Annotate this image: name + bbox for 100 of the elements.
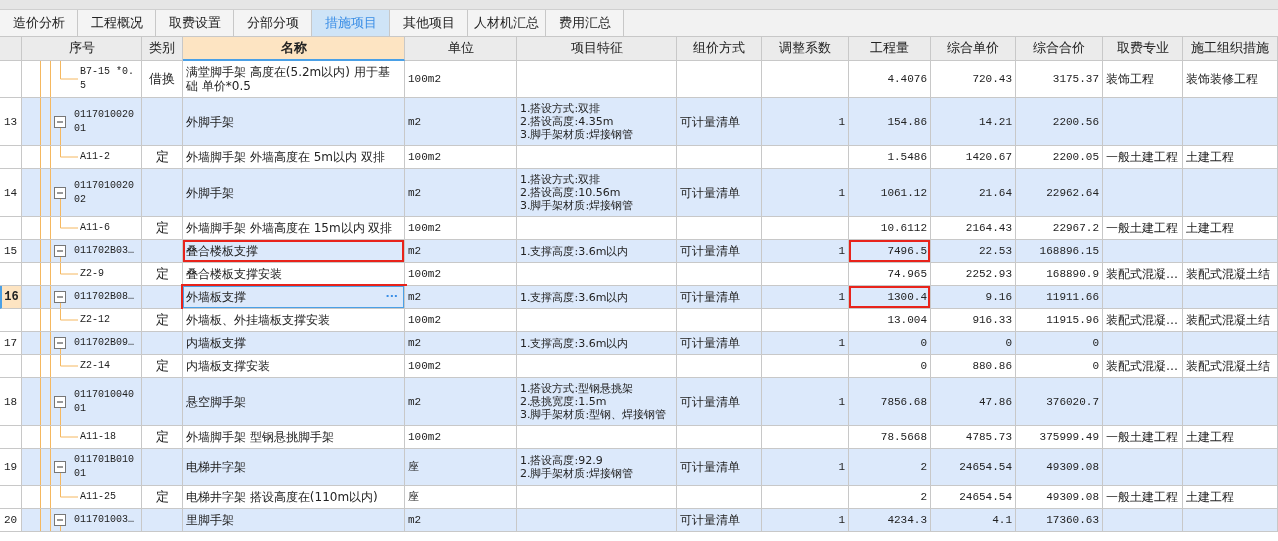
factor-cell: 1 (762, 449, 849, 486)
unit-price-cell: 2164.43 (931, 217, 1016, 240)
item-name: 内墙板支撑安装 (186, 359, 271, 373)
item-name: 电梯井字架 (186, 460, 247, 474)
factor-cell: 1 (762, 332, 849, 355)
item-name: 外脚手架 (186, 185, 235, 200)
type-cell: 定 (142, 309, 183, 332)
row-number[interactable]: 20 (0, 509, 22, 532)
type-cell: 定 (142, 217, 183, 240)
collapse-icon[interactable] (54, 291, 66, 303)
quantity-cell: 78.5668 (849, 426, 931, 449)
method-cell: 可计量清单 (677, 240, 762, 263)
unit-price-cell: 880.86 (931, 355, 1016, 378)
fee-major-cell: 装配式混凝… (1103, 309, 1183, 332)
type-cell: 定 (142, 146, 183, 169)
method-cell: 可计量清单 (677, 332, 762, 355)
row-number[interactable]: 13 (0, 98, 22, 146)
factor-cell: 1 (762, 378, 849, 426)
total-cell: 2200.56 (1016, 98, 1103, 146)
quantity-cell: 7856.68 (849, 378, 931, 426)
feature-line: 3.脚手架材质:型钢、焊接钢管 (520, 408, 667, 421)
item-name: 外墙板、外挂墙板支撑安装 (186, 313, 331, 327)
item-code: Z2-9 (80, 267, 105, 281)
collapse-icon[interactable] (54, 395, 66, 408)
total-cell: 0 (1016, 355, 1103, 378)
item-code: 011702B09… (74, 336, 135, 350)
total-cell: 376020.7 (1016, 378, 1103, 426)
feature-line: 3.脚手架材质:焊接钢管 (520, 128, 634, 141)
type-cell: 定 (142, 486, 183, 509)
method-cell: 可计量清单 (677, 509, 762, 532)
item-name: 外墙脚手架 外墙高度在 15m以内 双排 (186, 221, 394, 235)
unit-cell: 100m2 (405, 61, 517, 98)
unit-price-cell: 916.33 (931, 309, 1016, 332)
org-type-cell: 土建工程 (1183, 486, 1278, 509)
item-name: 电梯井字架 搭设高度在(110m以内) (186, 490, 379, 504)
row-number[interactable]: 15 (0, 240, 22, 263)
unit-cell: m2 (405, 169, 517, 217)
item-code: 011701003… (74, 513, 135, 527)
org-type-cell: 装配式混凝土结 (1183, 355, 1278, 378)
quantity-cell: 0 (849, 355, 931, 378)
unit-price-cell: 1420.67 (931, 146, 1016, 169)
feature-line: 2.悬挑宽度:1.5m (520, 395, 607, 408)
row-number[interactable]: 14 (0, 169, 22, 217)
total-cell: 22962.64 (1016, 169, 1103, 217)
item-name: 悬空脚手架 (186, 394, 247, 409)
fee-major-cell: 一般土建工程 (1103, 486, 1183, 509)
quantity-cell: 1300.4 (849, 286, 931, 309)
feature-line: 1.支撑高度:3.6m以内 (520, 336, 629, 350)
row-number[interactable]: 16 (0, 286, 22, 309)
total-cell: 22967.2 (1016, 217, 1103, 240)
item-code: A11-25 (80, 490, 117, 504)
quantity-cell: 7496.5 (849, 240, 931, 263)
collapse-icon[interactable] (54, 337, 66, 349)
unit-price-cell: 24654.54 (931, 486, 1016, 509)
unit-cell: 座 (405, 486, 517, 509)
total-cell: 168890.9 (1016, 263, 1103, 286)
quantity-cell: 10.6112 (849, 217, 931, 240)
feature-line: 2.脚手架材质:焊接钢管 (520, 467, 634, 480)
item-name: 外墙板支撑 (186, 290, 247, 304)
type-cell: 定 (142, 426, 183, 449)
type-cell: 借换 (142, 61, 183, 98)
item-code: 011701002002 (74, 178, 135, 207)
quantity-cell: 74.965 (849, 263, 931, 286)
collapse-icon[interactable] (54, 461, 66, 473)
factor-cell: 1 (762, 169, 849, 217)
item-code: Z2-12 (80, 313, 111, 327)
org-type-cell: 土建工程 (1183, 146, 1278, 169)
row-number[interactable]: 17 (0, 332, 22, 355)
item-code: B7-15 *0.5 (80, 65, 135, 93)
collapse-icon[interactable] (54, 245, 66, 257)
method-cell: 可计量清单 (677, 169, 762, 217)
item-name: 内墙板支撑 (186, 336, 247, 350)
item-code: A11-2 (80, 150, 111, 164)
item-code: 011701004001 (74, 387, 135, 416)
feature-line: 2.搭设高度:4.35m (520, 115, 614, 128)
feature-line: 1.搭设方式:型钢悬挑架 (520, 382, 634, 395)
quantity-cell: 1061.12 (849, 169, 931, 217)
unit-cell: m2 (405, 332, 517, 355)
item-code: 011702B08… (74, 290, 135, 304)
unit-price-cell: 2252.93 (931, 263, 1016, 286)
row-number[interactable]: 18 (0, 378, 22, 426)
fee-major-cell: 一般土建工程 (1103, 146, 1183, 169)
collapse-icon[interactable] (54, 186, 66, 199)
quantity-cell: 4.4076 (849, 61, 931, 98)
total-cell: 375999.49 (1016, 426, 1103, 449)
collapse-icon[interactable] (54, 115, 66, 128)
fee-major-cell: 一般土建工程 (1103, 217, 1183, 240)
feature-line: 2.搭设高度:10.56m (520, 186, 621, 199)
item-name: 满堂脚手架 高度在(5.2m以内) 用于基础 单价*0.5 (186, 65, 391, 93)
row-number[interactable]: 19 (0, 449, 22, 486)
total-cell: 0 (1016, 332, 1103, 355)
column-header[interactable]: 名称 (183, 37, 405, 61)
type-cell: 定 (142, 355, 183, 378)
method-cell: 可计量清单 (677, 286, 762, 309)
total-cell: 2200.05 (1016, 146, 1103, 169)
collapse-icon[interactable] (54, 514, 66, 526)
unit-cell: 100m2 (405, 217, 517, 240)
unit-price-cell: 47.86 (931, 378, 1016, 426)
factor-cell: 1 (762, 98, 849, 146)
item-code: Z2-14 (80, 359, 111, 373)
